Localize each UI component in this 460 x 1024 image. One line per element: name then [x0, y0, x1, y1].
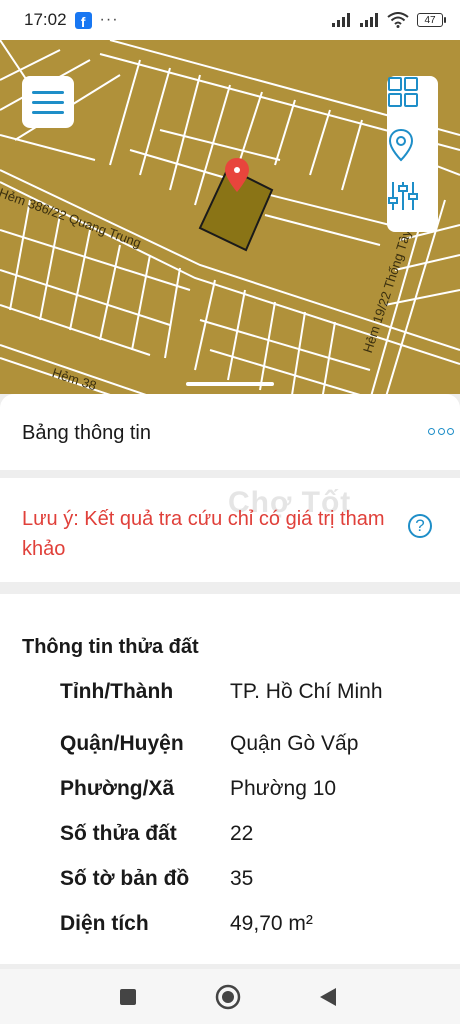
status-more: ···	[99, 11, 119, 28]
info-sheet: Bảng thông tin Chợ Tốt Lưu ý: Kết quả tr…	[0, 394, 460, 969]
parcel-row-label: Số thửa đất	[60, 822, 177, 845]
more-horizontal-icon[interactable]	[428, 422, 454, 440]
parcel-row-label: Phường/Xã	[60, 777, 175, 800]
sheet-drag-handle[interactable]	[186, 382, 274, 386]
parcel-row-label: Số tờ bản đồ	[60, 867, 190, 890]
parcel-row: Số tờ bản đồ 35	[0, 867, 460, 897]
parcel-row-label: Diện tích	[60, 912, 149, 935]
parcel-row-label: Quận/Huyện	[60, 732, 184, 755]
more-dot	[437, 427, 445, 435]
home-circle-icon	[215, 984, 241, 1010]
status-left: 17:02 f ···	[24, 10, 119, 30]
screen: 17:02 f ··· 47 Hẻm 386/22 Quang Trung Hẻ…	[0, 0, 460, 1024]
parcel-row: Tỉnh/Thành TP. Hồ Chí Minh	[0, 680, 460, 710]
more-dot	[447, 427, 454, 435]
battery-icon: 47	[417, 13, 446, 27]
question-circle-icon[interactable]: ?	[408, 514, 432, 538]
status-bar: 17:02 f ··· 47	[0, 0, 460, 40]
parcel-row-label: Tỉnh/Thành	[60, 680, 174, 703]
status-time: 17:02	[24, 10, 67, 29]
parcel-row-value: Quận Gò Vấp	[230, 732, 359, 755]
battery-tip	[444, 17, 446, 23]
sheet-header: Bảng thông tin	[0, 394, 460, 470]
note-text: Lưu ý: Kết quả tra cứu chỉ có giá trị th…	[22, 508, 385, 560]
parcel-row-value: 49,70 m²	[230, 912, 313, 935]
menu-line	[32, 90, 64, 94]
system-nav-bar	[0, 969, 460, 1024]
menu-line	[32, 100, 64, 104]
note-card: Chợ Tốt Lưu ý: Kết quả tra cứu chỉ có gi…	[0, 478, 460, 582]
parcel-row-value: Phường 10	[230, 777, 337, 800]
back-triangle-icon	[320, 988, 336, 1006]
back-button[interactable]	[314, 983, 342, 1011]
sheet-title: Bảng thông tin	[22, 422, 151, 444]
sliders-icon	[388, 182, 418, 210]
parcel-row: Phường/Xã Phường 10	[0, 777, 460, 807]
parcel-row: Số thửa đất 22	[0, 822, 460, 852]
parcel-row-value: 22	[230, 822, 254, 845]
signal-icon	[360, 13, 378, 27]
location-pin-icon	[388, 128, 414, 162]
layers-button[interactable]	[387, 76, 438, 128]
parcel-info-card: Thông tin thửa đất Tỉnh/Thành TP. Hồ Chí…	[0, 594, 460, 964]
status-right: 47	[331, 12, 446, 28]
wifi-icon	[387, 12, 409, 28]
more-dot	[428, 427, 435, 435]
battery-level: 47	[417, 13, 443, 27]
parcel-row: Quận/Huyện Quận Gò Vấp	[0, 732, 460, 762]
locate-button[interactable]	[387, 128, 438, 180]
parcel-row-value: TP. Hồ Chí Minh	[230, 680, 383, 703]
map-tools-panel	[387, 76, 438, 232]
cadastral-map[interactable]: Hẻm 386/22 Quang Trung Hẻm 19/22 Thống T…	[0, 40, 460, 400]
recents-button[interactable]	[114, 983, 142, 1011]
menu-button[interactable]	[22, 76, 74, 128]
parcel-title: Thông tin thửa đất	[22, 636, 199, 658]
home-button[interactable]	[214, 983, 242, 1011]
filter-button[interactable]	[387, 180, 438, 232]
parcel-row-value: 35	[230, 867, 254, 890]
parcel-row: Diện tích 49,70 m²	[0, 912, 460, 942]
facebook-icon: f	[74, 11, 92, 29]
recents-square-icon	[120, 989, 136, 1005]
grid-icon	[388, 77, 418, 107]
menu-line	[32, 110, 64, 114]
signal-icon	[332, 13, 350, 27]
